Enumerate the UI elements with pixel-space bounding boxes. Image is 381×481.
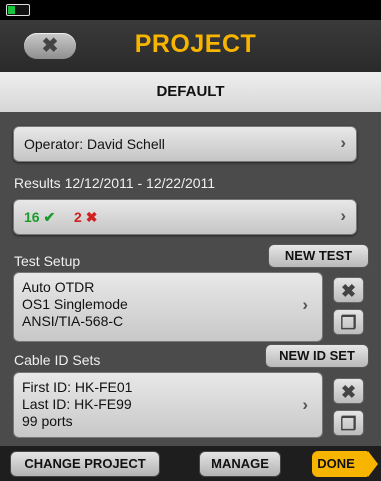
done-button[interactable]: DONE [312,451,378,477]
cable-id-sets-label: Cable ID Sets [14,352,101,368]
manage-button[interactable]: MANAGE [199,451,281,477]
chevron-right-icon: › [340,133,346,152]
change-project-button[interactable]: CHANGE PROJECT [10,451,160,477]
test-setup-label: Test Setup [14,253,81,269]
test-setup-panel[interactable]: Auto OTDR OS1 Singlemode ANSI/TIA-568-C … [13,272,323,342]
new-id-set-button[interactable]: NEW ID SET [265,344,369,368]
page-title: PROJECT [134,30,257,58]
copy-icon: ❐ [340,313,357,333]
battery-icon [6,4,30,16]
results-button[interactable]: 16 ✔ 2 ✖ › [13,199,357,235]
delete-id-set-button[interactable]: ✖ [333,378,364,404]
x-icon: ✖ [85,209,98,225]
check-icon: ✔ [43,209,56,225]
copy-id-set-button[interactable]: ❐ [333,410,364,436]
status-bar [0,0,381,20]
cable-id-line: Last ID: HK-FE99 [22,396,132,412]
chevron-right-icon: › [302,395,308,414]
copy-icon: ❐ [340,414,357,434]
new-test-button[interactable]: NEW TEST [268,244,369,268]
results-range-label: Results 12/12/2011 - 12/22/2011 [14,175,216,191]
operator-label: Operator: David Schell [24,136,165,152]
cable-id-set-panel[interactable]: First ID: HK-FE01 Last ID: HK-FE99 99 po… [13,372,323,438]
test-setup-line: OS1 Singlemode [22,296,128,312]
cable-id-line: First ID: HK-FE01 [22,379,133,395]
delete-icon: ✖ [340,281,357,301]
delete-icon: ✖ [340,382,357,402]
chevron-right-icon: › [340,206,346,225]
cable-id-line: 99 ports [22,413,73,429]
pass-count: 16 ✔ [24,209,56,225]
fail-count: 2 ✖ [74,209,98,225]
test-setup-line: ANSI/TIA-568-C [22,313,124,329]
copy-test-button[interactable]: ❐ [333,309,364,335]
chevron-right-icon: › [302,295,308,314]
test-setup-line: Auto OTDR [22,279,95,295]
project-name: DEFAULT [0,72,381,112]
operator-button[interactable]: Operator: David Schell › [13,126,357,162]
delete-test-button[interactable]: ✖ [333,277,364,303]
